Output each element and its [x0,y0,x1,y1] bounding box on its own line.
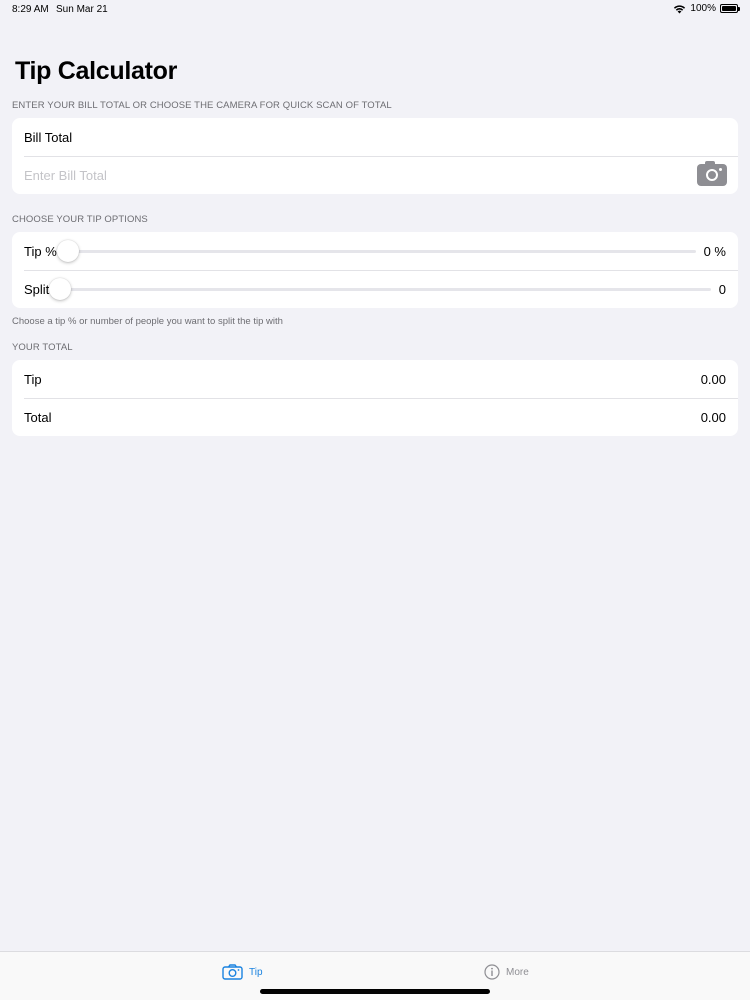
tip-amount-label: Tip [24,371,42,387]
status-right: 100% [673,3,740,14]
bill-total-input-row: Enter Bill Total [12,156,738,194]
tip-percent-label: Tip % [24,243,57,259]
total-section-header: YOUR TOTAL [12,342,73,353]
tip-percent-slider-thumb[interactable] [56,239,79,262]
total-amount-label: Total [24,409,52,425]
tip-amount-row: Tip 0.00 [12,360,738,398]
split-label: Split [24,281,50,297]
tab-more-label: More [506,966,529,978]
home-indicator [260,989,490,994]
tip-percent-value: 0 % [703,243,726,259]
split-value: 0 [718,281,726,297]
status-bar: 8:29 AM Sun Mar 21 100% [0,0,750,20]
bill-total-label-row: Bill Total [12,118,738,156]
split-slider-thumb[interactable] [49,277,72,300]
tip-amount-value: 0.00 [700,371,726,387]
status-date: Sun Mar 21 [56,4,108,15]
total-group: Tip 0.00 Total 0.00 [12,360,738,436]
bill-total-label: Bill Total [24,129,73,145]
total-amount-row: Total 0.00 [12,398,738,436]
bill-group: Bill Total Enter Bill Total [12,118,738,194]
bill-section-header: ENTER YOUR BILL TOTAL OR CHOOSE THE CAME… [12,100,392,111]
battery-percent: 100% [690,3,716,14]
split-row: Split 0 [12,270,738,308]
info-icon [484,964,500,980]
tab-more[interactable]: More [484,964,529,980]
total-amount-value: 0.00 [700,409,726,425]
tip-options-group: Tip % 0 % Split 0 [12,232,738,308]
tab-tip[interactable]: Tip [222,964,263,980]
split-slider[interactable] [49,277,711,300]
bill-total-input[interactable]: Enter Bill Total [24,168,697,183]
battery-icon [720,4,740,13]
camera-icon [222,964,243,980]
wifi-icon [674,4,686,13]
tip-percent-slider[interactable] [56,239,696,262]
camera-icon[interactable] [697,161,727,186]
tip-percent-row: Tip % 0 % [12,232,738,270]
tab-tip-label: Tip [249,966,263,978]
tip-options-footer: Choose a tip % or number of people you w… [12,316,283,327]
page-title: Tip Calculator [15,57,178,85]
status-time: 8:29 AM [12,4,49,15]
tip-options-header: CHOOSE YOUR TIP OPTIONS [12,214,148,225]
